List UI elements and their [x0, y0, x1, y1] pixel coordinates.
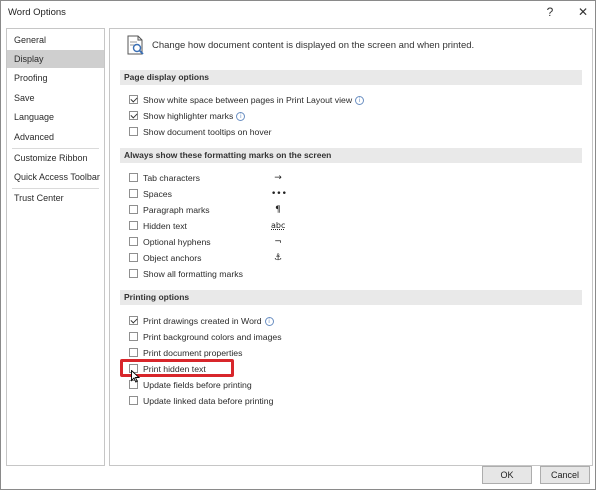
- help-button[interactable]: ?: [541, 4, 559, 20]
- checkbox[interactable]: [129, 269, 138, 278]
- sidebar-item-display[interactable]: Display: [7, 50, 104, 68]
- window-title: Word Options: [8, 7, 66, 18]
- sidebar-item-general[interactable]: General: [7, 31, 104, 49]
- checkbox[interactable]: [129, 396, 138, 405]
- checkbox[interactable]: [129, 95, 138, 104]
- document-magnifier-icon: [125, 34, 147, 58]
- sidebar-item-customize-ribbon[interactable]: Customize Ribbon: [7, 149, 104, 167]
- mouse-pointer-icon: [131, 369, 141, 385]
- space-dots-icon: •••: [271, 189, 287, 199]
- info-icon: i: [236, 112, 246, 121]
- checkbox[interactable]: [129, 205, 138, 214]
- title-bar: Word Options ? ✕: [1, 1, 595, 25]
- checkbox[interactable]: [129, 221, 138, 230]
- sidebar-item-language[interactable]: Language: [7, 108, 104, 126]
- info-icon: i: [355, 96, 365, 105]
- anchor-icon: ⚓: [273, 253, 283, 263]
- close-button[interactable]: ✕: [574, 4, 592, 20]
- sidebar: General Display Proofing Save Language A…: [6, 28, 105, 466]
- checkbox[interactable]: [129, 111, 138, 120]
- ok-button[interactable]: OK: [482, 466, 532, 484]
- checkbox[interactable]: [129, 348, 138, 357]
- sidebar-item-quick-access-toolbar[interactable]: Quick Access Toolbar: [7, 168, 104, 186]
- sidebar-item-proofing[interactable]: Proofing: [7, 69, 104, 87]
- checkbox[interactable]: [129, 237, 138, 246]
- checkbox[interactable]: [129, 173, 138, 182]
- checkbox[interactable]: [129, 127, 138, 136]
- pilcrow-icon: ¶: [275, 205, 281, 215]
- cancel-button[interactable]: Cancel: [540, 466, 590, 484]
- checkbox[interactable]: [129, 189, 138, 198]
- checkbox[interactable]: [129, 332, 138, 341]
- checkbox[interactable]: [129, 316, 138, 325]
- section-printing-options: Printing options: [120, 290, 582, 305]
- sidebar-item-trust-center[interactable]: Trust Center: [7, 189, 104, 207]
- sidebar-item-save[interactable]: Save: [7, 89, 104, 107]
- word-options-dialog: Word Options ? ✕ General Display Proofin…: [0, 0, 596, 490]
- section-formatting-marks: Always show these formatting marks on th…: [120, 148, 582, 163]
- page-description: Change how document content is displayed…: [152, 40, 475, 51]
- optional-hyphen-icon: ¬: [274, 237, 282, 247]
- info-icon: i: [264, 317, 274, 326]
- hidden-text-icon: abc: [271, 221, 286, 230]
- sidebar-item-advanced[interactable]: Advanced: [7, 128, 104, 146]
- checkbox[interactable]: [129, 253, 138, 262]
- display-settings-panel: Change how document content is displayed…: [109, 28, 593, 466]
- section-page-display-options: Page display options: [120, 70, 582, 85]
- tab-arrow-icon: →: [274, 173, 282, 183]
